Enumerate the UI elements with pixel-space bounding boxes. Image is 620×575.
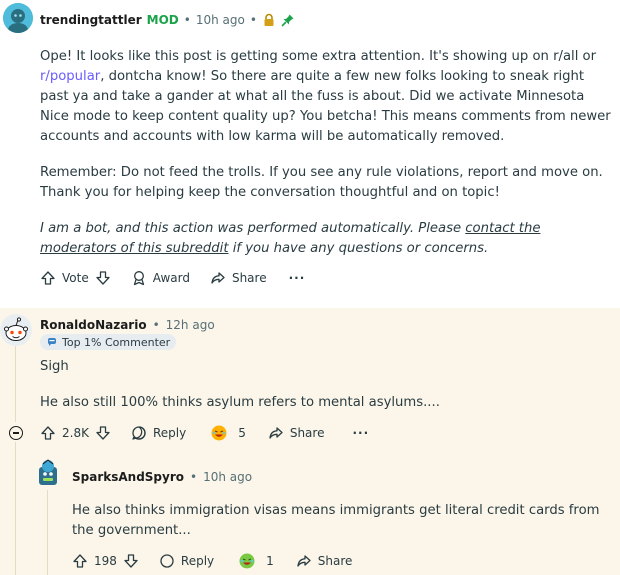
comment-body: Sigh He also still 100% thinks asylum re…: [40, 357, 600, 413]
comment-header: RonaldoNazario • 12h ago: [40, 317, 215, 333]
paragraph: Ope! It looks like this post is getting …: [40, 47, 612, 147]
laughing-award-icon: [239, 553, 255, 569]
share-button[interactable]: Share: [268, 425, 325, 441]
commenter-badge-icon: [48, 338, 56, 346]
separator-dot: •: [152, 318, 160, 332]
pin-icon: [281, 13, 295, 27]
author-name[interactable]: RonaldoNazario: [40, 318, 147, 332]
award-icon: [133, 271, 144, 286]
comment-actions: 2.8K Reply 5 Share ···: [40, 423, 369, 443]
comment-header: trendingtattler MOD • 10h ago •: [40, 10, 295, 30]
award-button[interactable]: 5: [210, 424, 246, 442]
paragraph-text: , dontcha know! So there are quite a few…: [40, 69, 611, 144]
paragraph: Remember: Do not feed the trolls. If you…: [40, 165, 603, 200]
author-name[interactable]: trendingtattler: [40, 13, 142, 27]
timestamp[interactable]: 10h ago: [196, 13, 245, 27]
subreddit-link[interactable]: r/popular: [40, 69, 100, 84]
comment-body: Ope! It looks like this post is getting …: [40, 47, 612, 259]
upvote-icon: [73, 554, 87, 568]
downvote-button[interactable]: [123, 553, 139, 569]
share-label: Share: [289, 426, 325, 440]
timestamp[interactable]: 10h ago: [203, 470, 252, 484]
upvote-button[interactable]: 198: [72, 553, 117, 569]
share-label: Share: [231, 271, 267, 285]
downvote-icon: [124, 554, 138, 568]
vote-label: Vote: [62, 271, 89, 285]
award-button[interactable]: 1: [238, 552, 274, 570]
score: 198: [94, 554, 117, 568]
snoo-avatar-icon: [32, 458, 64, 490]
flair-text: Top 1% Commenter: [62, 335, 171, 349]
upvote-icon: [41, 271, 55, 285]
author-name[interactable]: SparksAndSpyro: [72, 470, 184, 484]
separator-dot: •: [249, 13, 257, 27]
comment-header: SparksAndSpyro • 10h ago: [72, 469, 252, 485]
separator-dot: •: [190, 470, 198, 484]
threadline[interactable]: [15, 346, 16, 422]
comment-thread-page: trendingtattler MOD • 10h ago • Ope! It …: [0, 0, 620, 575]
share-icon: [297, 555, 311, 567]
downvote-icon: [96, 271, 110, 285]
downvote-button[interactable]: [95, 425, 111, 441]
bot-note-text: I am a bot, and this action was performe…: [40, 221, 466, 236]
timestamp[interactable]: 12h ago: [166, 318, 215, 332]
avatar[interactable]: [32, 458, 64, 490]
award-count: 5: [238, 426, 246, 440]
more-options-button[interactable]: ···: [289, 271, 306, 285]
upvote-button[interactable]: 2.8K: [40, 425, 89, 441]
paragraph: Sigh: [40, 359, 69, 374]
minus-icon: [13, 432, 19, 434]
score: 2.8K: [62, 426, 89, 440]
downvote-button[interactable]: [95, 270, 111, 286]
user-flair: Top 1% Commenter: [40, 334, 177, 350]
share-button[interactable]: Share: [296, 553, 353, 569]
lock-icon: [262, 13, 276, 27]
share-button[interactable]: Share: [210, 270, 267, 286]
paragraph-text: Ope! It looks like this post is getting …: [40, 49, 597, 64]
avatar[interactable]: [0, 314, 32, 346]
mod-badge: MOD: [146, 13, 179, 27]
snoo-avatar-icon: [0, 314, 32, 346]
reply-button[interactable]: Reply: [131, 425, 186, 441]
bot-note: I am a bot, and this action was performe…: [40, 219, 612, 259]
upvote-icon: [41, 426, 55, 440]
reply-icon: [160, 554, 174, 568]
comment-actions: Vote Award Share ···: [40, 268, 305, 288]
threadline[interactable]: [47, 490, 48, 575]
bot-avatar-icon: [3, 3, 33, 33]
award-label: Award: [152, 271, 190, 285]
paragraph: He also thinks immigration visas means i…: [72, 503, 600, 538]
award-count: 1: [266, 554, 274, 568]
more-options-button[interactable]: ···: [352, 426, 369, 440]
bot-note-text: if you have any questions or concerns.: [228, 241, 489, 256]
laughing-award-icon: [211, 425, 227, 441]
downvote-icon: [96, 426, 110, 440]
avatar[interactable]: [3, 3, 33, 33]
comment-actions: 198 Reply 1 Share: [72, 551, 352, 571]
award-button[interactable]: Award: [131, 270, 190, 286]
mod-comment: trendingtattler MOD • 10h ago • Ope! It …: [0, 0, 620, 300]
share-icon: [269, 427, 283, 439]
comment-body: He also thinks immigration visas means i…: [72, 501, 602, 541]
upvote-button[interactable]: Vote: [40, 270, 89, 286]
paragraph: He also still 100% thinks asylum refers …: [40, 395, 440, 410]
separator-dot: •: [183, 13, 191, 27]
share-icon: [211, 272, 225, 284]
reply-icon: [132, 426, 146, 440]
share-label: Share: [317, 554, 353, 568]
threadline[interactable]: [15, 442, 16, 575]
reply-button[interactable]: Reply: [159, 553, 214, 569]
reply-label: Reply: [152, 426, 187, 440]
collapse-thread-button[interactable]: [9, 426, 23, 440]
reply-label: Reply: [180, 554, 215, 568]
